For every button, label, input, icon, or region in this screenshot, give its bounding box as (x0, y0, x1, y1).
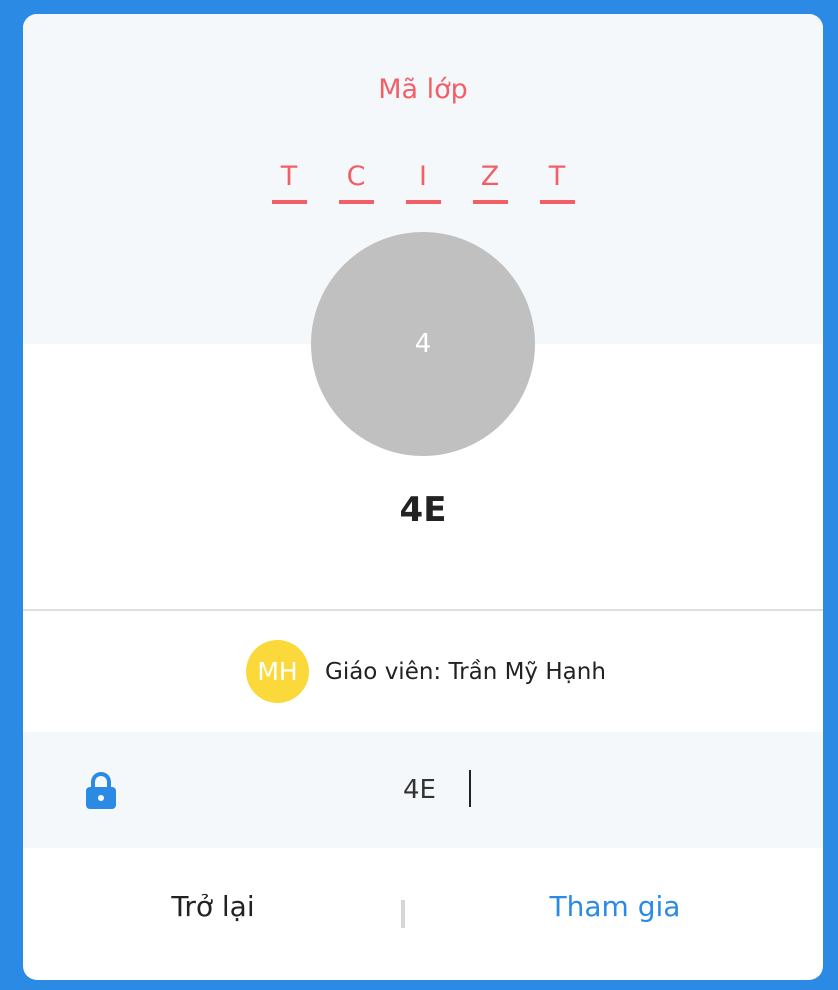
password-input[interactable] (403, 770, 503, 810)
class-code-char: T (539, 157, 575, 204)
teacher-row: MH Giáo viên: Trần Mỹ Hạnh (246, 640, 606, 703)
class-code-char: C (338, 157, 374, 204)
button-separator (401, 900, 405, 928)
teacher-initials: MH (257, 657, 298, 686)
divider (23, 609, 823, 611)
lock-icon (86, 772, 116, 809)
class-code-row: T C I Z T (23, 157, 823, 204)
text-caret (469, 770, 471, 807)
class-code-char: Z (472, 157, 508, 204)
join-class-dialog: Mã lớp T C I Z T 4 4E MH Giáo viên: Trần… (23, 14, 823, 980)
class-name: 4E (399, 490, 447, 530)
password-row (23, 732, 823, 848)
class-avatar-text: 4 (414, 329, 432, 359)
class-code-title: Mã lớp (378, 74, 468, 105)
class-code-char: T (271, 157, 307, 204)
class-avatar: 4 (311, 232, 535, 456)
back-button[interactable]: Trở lại (23, 890, 403, 923)
teacher-avatar: MH (246, 640, 309, 703)
class-code-char: I (405, 157, 441, 204)
teacher-label: Giáo viên: Trần Mỹ Hạnh (325, 658, 606, 685)
join-button[interactable]: Tham gia (423, 890, 807, 923)
